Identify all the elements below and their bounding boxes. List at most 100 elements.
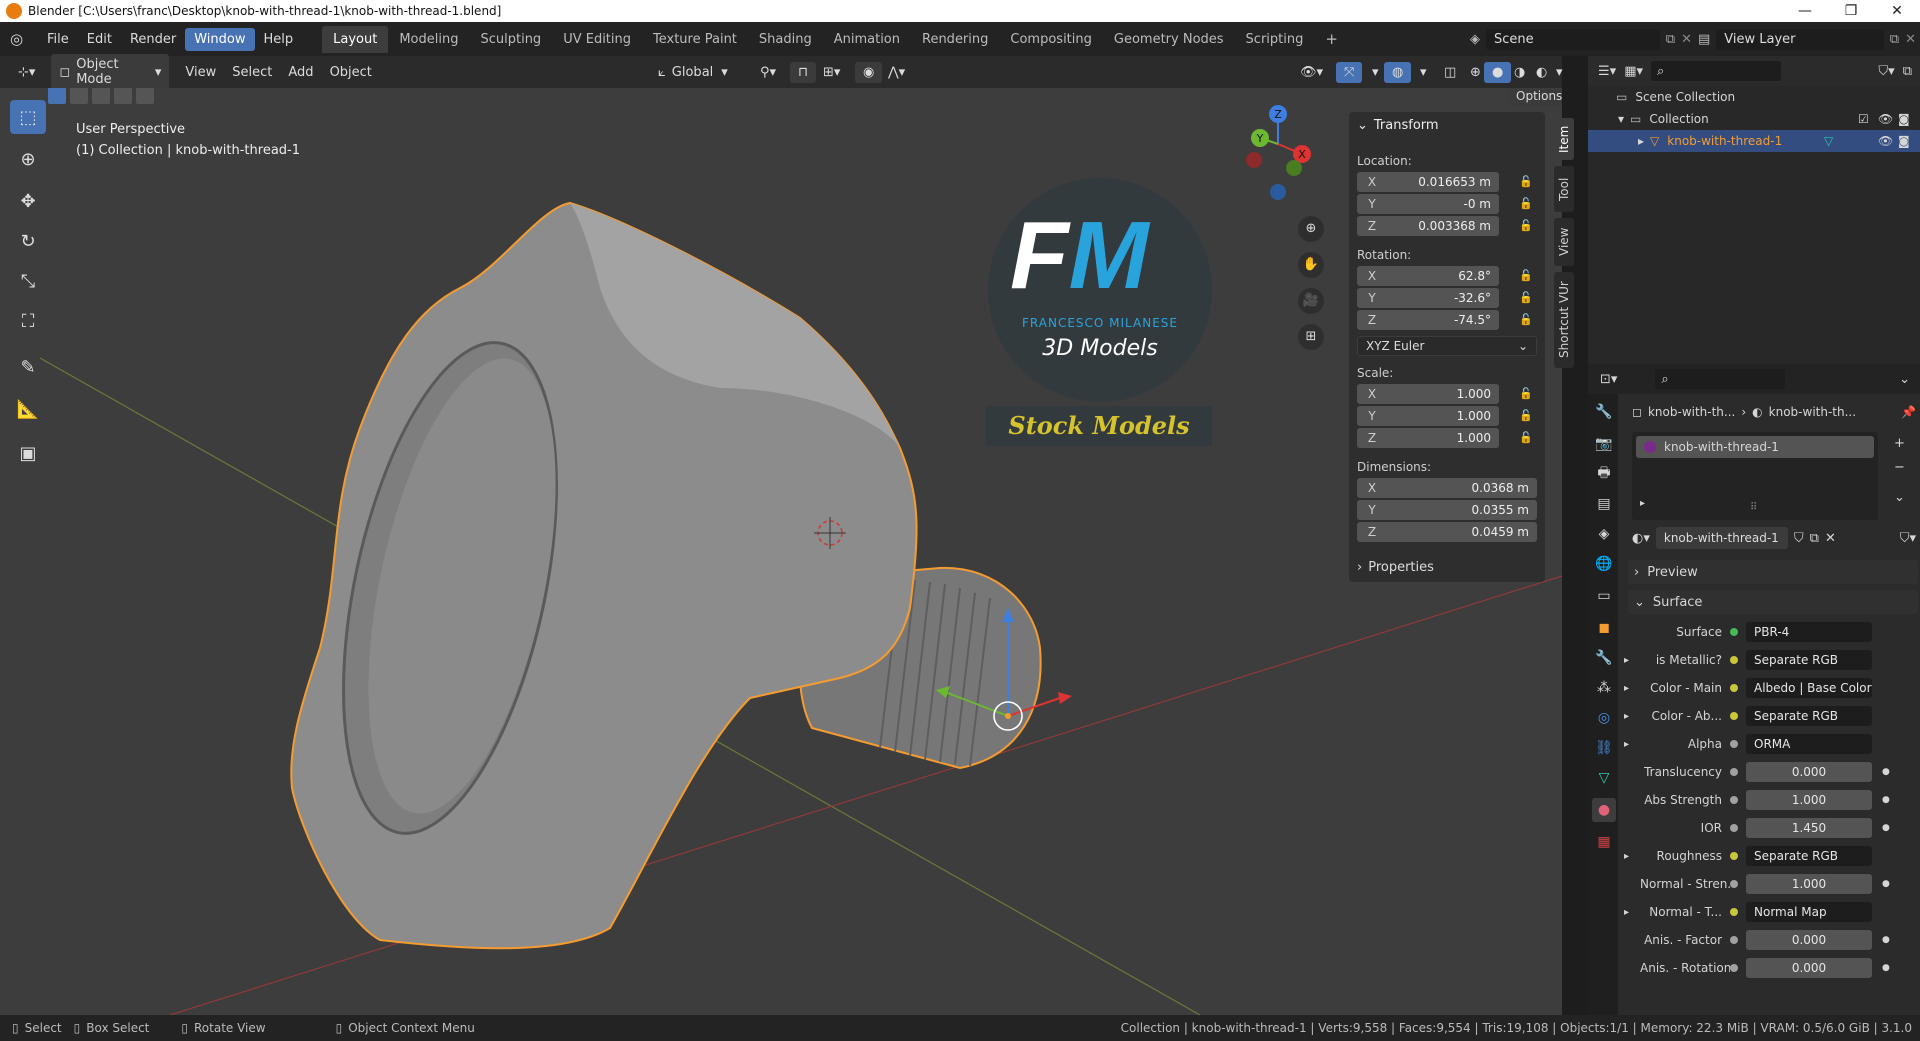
surface-input-value[interactable]: Separate RGB bbox=[1746, 846, 1872, 866]
tab-modeling[interactable]: Modeling bbox=[388, 26, 469, 53]
select-box-tool-icon[interactable]: ⬚ bbox=[10, 100, 46, 134]
material-tab-icon[interactable]: ● bbox=[1592, 798, 1616, 822]
tab-sculpting[interactable]: Sculpting bbox=[469, 26, 552, 53]
chevron-down-icon[interactable]: ⌄ bbox=[1899, 372, 1910, 387]
dimension-y-field[interactable]: Y 0.0355 m bbox=[1357, 500, 1537, 520]
ortho-toggle-icon[interactable]: ⊞ bbox=[1298, 324, 1324, 350]
scene-tab-icon[interactable]: ◈ bbox=[1592, 522, 1616, 546]
outliner-collection[interactable]: ▾ ▭ Collection ☑ 👁 ◙ bbox=[1588, 108, 1920, 130]
tab-shading[interactable]: Shading bbox=[748, 26, 823, 53]
surface-input-value[interactable]: 0.000 bbox=[1746, 762, 1872, 782]
surface-input-row[interactable]: Translucency 0.000 ● bbox=[1624, 760, 1918, 784]
measure-tool-icon[interactable]: 📐 bbox=[10, 392, 46, 426]
overlay-toggle-icon[interactable]: ◍ bbox=[1384, 61, 1412, 83]
lock-icon[interactable]: 🔓 bbox=[1519, 431, 1533, 445]
surface-input-row[interactable]: Anis. - Rotation 0.000 ● bbox=[1624, 956, 1918, 980]
menu-add[interactable]: Add bbox=[280, 62, 321, 83]
lock-icon[interactable]: 🔓 bbox=[1519, 291, 1533, 305]
chevron-down-icon[interactable]: ▾ bbox=[1412, 62, 1435, 83]
material-browse-icon[interactable]: ◐▾ bbox=[1632, 531, 1650, 546]
world-tab-icon[interactable]: 🌐 bbox=[1592, 552, 1616, 576]
eye-icon[interactable]: 👁 bbox=[1878, 134, 1893, 148]
editor-type-icon[interactable]: ⊡▾ bbox=[1600, 372, 1617, 387]
transform-orientation-dropdown[interactable]: ⟀ Global ▾ bbox=[650, 62, 736, 83]
surface-input-value[interactable]: Albedo | Base Color bbox=[1746, 678, 1872, 698]
view-layer-selector[interactable]: ▤ View Layer ⧉ ✕ bbox=[1698, 27, 1916, 51]
outliner-search-input[interactable]: ⌕ bbox=[1651, 61, 1781, 81]
menu-render[interactable]: Render bbox=[121, 28, 185, 51]
add-slot-icon[interactable]: + bbox=[1894, 436, 1905, 451]
falloff-icon[interactable]: ⋀▾ bbox=[880, 62, 913, 83]
tab-animation[interactable]: Animation bbox=[823, 26, 911, 53]
snap-icon[interactable]: ⊓ bbox=[790, 61, 817, 83]
scale-x-field[interactable]: X 1.000 bbox=[1357, 384, 1499, 404]
chevron-right-icon[interactable]: ▸ bbox=[1624, 711, 1640, 722]
pin-icon[interactable]: 📌 bbox=[1901, 405, 1916, 419]
socket-icon[interactable] bbox=[1730, 908, 1738, 916]
blender-menu-icon[interactable]: ◎ bbox=[10, 30, 32, 48]
texture-tab-icon[interactable]: ▦ bbox=[1592, 830, 1616, 854]
surface-input-row[interactable]: ▸ Alpha ORMA bbox=[1624, 732, 1918, 756]
output-tab-icon[interactable]: 🖶 bbox=[1592, 462, 1616, 486]
duplicate-material-icon[interactable]: ⧉ bbox=[1810, 531, 1819, 546]
select-new-icon[interactable] bbox=[48, 88, 66, 104]
keyframe-dot-icon[interactable]: ● bbox=[1882, 879, 1890, 889]
constraints-tab-icon[interactable]: ⛓ bbox=[1592, 736, 1616, 760]
tab-uv-editing[interactable]: UV Editing bbox=[552, 26, 642, 53]
render-tab-icon[interactable]: 📷 bbox=[1592, 432, 1616, 456]
gizmo-toggle-icon[interactable]: ⤧ bbox=[1336, 61, 1363, 83]
close-icon[interactable]: ✕ bbox=[1874, 0, 1920, 22]
surface-input-value[interactable]: 1.000 bbox=[1746, 790, 1872, 810]
chevron-down-icon[interactable]: ⌄ bbox=[1894, 490, 1905, 505]
tab-tool[interactable]: Tool bbox=[1554, 166, 1574, 212]
menu-select[interactable]: Select bbox=[224, 62, 280, 83]
checkbox-icon[interactable]: ☑ bbox=[1858, 112, 1869, 126]
surface-input-row[interactable]: IOR 1.450 ● bbox=[1624, 816, 1918, 840]
location-z-field[interactable]: Z 0.003368 m bbox=[1357, 216, 1499, 236]
outliner-object-row[interactable]: ▸ ▽ knob-with-thread-1 ▽ 👁 ◙ bbox=[1588, 130, 1920, 152]
tab-item[interactable]: Item bbox=[1554, 118, 1574, 160]
filter-icon[interactable]: ⛉▾ bbox=[1878, 64, 1894, 79]
lock-icon[interactable]: 🔓 bbox=[1519, 219, 1533, 233]
surface-input-row[interactable]: ▸ Color - Main Albedo | Base Color bbox=[1624, 676, 1918, 700]
surface-input-row[interactable]: ▸ Roughness Separate RGB bbox=[1624, 844, 1918, 868]
surface-input-value[interactable]: 1.000 bbox=[1746, 874, 1872, 894]
surface-input-value[interactable]: Normal Map bbox=[1746, 902, 1872, 922]
navigation-gizmo[interactable]: Z X Y bbox=[1232, 94, 1316, 204]
chevron-right-icon[interactable]: ▸ bbox=[1640, 498, 1645, 509]
outliner-scene-collection[interactable]: ▭ Scene Collection bbox=[1588, 86, 1920, 108]
view-layer-tab-icon[interactable]: ▤ bbox=[1592, 492, 1616, 516]
camera-icon[interactable]: ◙ bbox=[1898, 134, 1910, 148]
add-workspace-icon[interactable]: + bbox=[1314, 24, 1349, 54]
surface-input-value[interactable]: PBR-4 bbox=[1746, 622, 1872, 642]
surface-input-row[interactable]: ▸ is Metallic? Separate RGB bbox=[1624, 648, 1918, 672]
menu-view[interactable]: View bbox=[177, 62, 224, 83]
keyframe-dot-icon[interactable]: ● bbox=[1882, 823, 1890, 833]
socket-icon[interactable] bbox=[1730, 712, 1738, 720]
menu-help[interactable]: Help bbox=[255, 28, 303, 51]
add-cube-tool-icon[interactable]: ▣ bbox=[10, 436, 46, 470]
proportional-edit-icon[interactable]: ◉ bbox=[855, 61, 883, 83]
menu-object[interactable]: Object bbox=[322, 62, 380, 83]
lock-icon[interactable]: 🔓 bbox=[1519, 387, 1533, 401]
chevron-right-icon[interactable]: ▸ bbox=[1638, 134, 1644, 148]
tab-scripting[interactable]: Scripting bbox=[1235, 26, 1315, 53]
socket-icon[interactable] bbox=[1730, 880, 1738, 888]
surface-input-row[interactable]: ▸ Normal - T... Normal Map bbox=[1624, 900, 1918, 924]
material-slot-row[interactable]: knob-with-thread-1 bbox=[1636, 436, 1874, 458]
surface-input-row[interactable]: ▸ Color - Ab... Separate RGB bbox=[1624, 704, 1918, 728]
unlink-material-icon[interactable]: ✕ bbox=[1825, 531, 1836, 546]
move-tool-icon[interactable]: ✥ bbox=[10, 184, 46, 218]
tab-texture-paint[interactable]: Texture Paint bbox=[642, 26, 748, 53]
socket-icon[interactable] bbox=[1730, 768, 1738, 776]
fake-user-icon[interactable]: ⛉ bbox=[1794, 531, 1804, 546]
snap-target-icon[interactable]: ⊞▾ bbox=[815, 62, 848, 83]
menu-file[interactable]: File bbox=[38, 28, 78, 51]
dimension-x-field[interactable]: X 0.0368 m bbox=[1357, 478, 1537, 498]
properties-search-input[interactable]: ⌕ bbox=[1655, 369, 1786, 389]
tab-compositing[interactable]: Compositing bbox=[999, 26, 1103, 53]
rotation-mode-dropdown[interactable]: XYZ Euler ⌄ bbox=[1357, 336, 1537, 356]
mesh-data-icon[interactable]: ▽ bbox=[1824, 134, 1833, 148]
socket-icon[interactable] bbox=[1730, 796, 1738, 804]
socket-icon[interactable] bbox=[1730, 824, 1738, 832]
